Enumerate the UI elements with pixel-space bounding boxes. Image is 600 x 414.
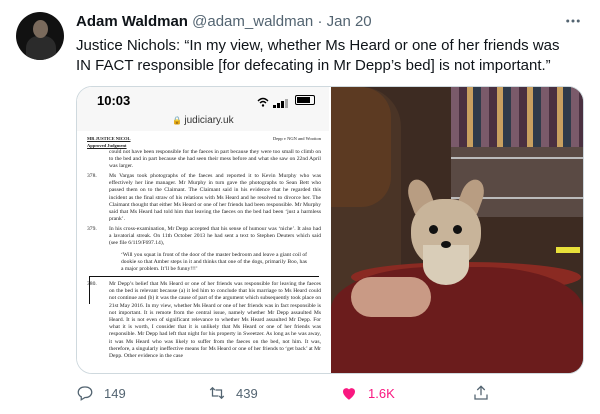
avatar[interactable] — [16, 12, 64, 60]
phone-status-bar: 10:03 🔒 judiciary.uk — [77, 87, 329, 131]
yellow-strap — [556, 247, 580, 253]
wire-shelf — [451, 157, 583, 159]
reply-count: 149 — [104, 385, 126, 401]
wifi-icon — [257, 94, 269, 112]
dog-photo[interactable] — [331, 87, 583, 373]
paragraph-text: Ms Vargas took photographs of the faeces… — [109, 173, 321, 223]
more-horizontal-icon[interactable] — [564, 12, 582, 35]
tweet-media[interactable]: 10:03 🔒 judiciary.uk MR JUSTICE NICOL App… — [76, 86, 584, 374]
lock-icon: 🔒 — [172, 116, 183, 125]
judgment-screenshot[interactable]: 10:03 🔒 judiciary.uk MR JUSTICE NICOL App… — [77, 87, 331, 373]
battery-icon — [295, 95, 315, 105]
separator-dot: · — [317, 13, 323, 30]
paragraph-number: 378. — [87, 173, 97, 179]
person-hair — [331, 87, 391, 207]
paragraph-text: Mr Depp’s belief that Ms Heard or one of… — [109, 281, 321, 360]
avatar-face — [33, 20, 48, 38]
author-handle[interactable]: @adam_waldman — [192, 13, 313, 30]
paragraph-number: 380. — [87, 281, 97, 287]
like-count: 1.6K — [368, 385, 395, 401]
tweet-actions: 149 439 1.6K — [76, 384, 582, 404]
highlight-line — [89, 276, 319, 277]
like-button[interactable]: 1.6K — [340, 384, 395, 402]
author-name[interactable]: Adam Waldman — [76, 13, 188, 30]
tweet-date[interactable]: Jan 20 — [327, 13, 372, 30]
dog-beard — [423, 245, 469, 285]
tweet-text: Justice Nichols: “In my view, whether Ms… — [76, 37, 560, 74]
tweet-header: Adam Waldman @adam_waldman · Jan 20 — [76, 12, 372, 32]
retweet-icon — [209, 386, 225, 400]
tweet[interactable]: Adam Waldman @adam_waldman · Jan 20 Just… — [0, 0, 600, 414]
retweet-count: 439 — [236, 385, 258, 401]
retweet-button[interactable]: 439 — [208, 384, 258, 402]
heart-icon — [343, 388, 355, 400]
clothes-rack — [451, 87, 583, 147]
dog-eye-right — [453, 225, 462, 234]
doc-header-left: MR JUSTICE NICOL Approved Judgment — [87, 136, 131, 149]
share-button[interactable] — [472, 384, 490, 402]
share-icon — [474, 385, 488, 400]
status-time: 10:03 — [97, 93, 131, 108]
url-text: judiciary.uk — [184, 115, 234, 126]
dog — [401, 176, 491, 289]
reply-button[interactable]: 149 — [76, 384, 126, 402]
url-bar[interactable]: 🔒 judiciary.uk — [77, 115, 329, 126]
dog-eye-left — [429, 225, 438, 234]
paragraph-intro-text: could not have been responsible for the … — [109, 149, 321, 170]
avatar-body — [26, 36, 56, 60]
dog-nose — [441, 241, 451, 248]
text-message-quote: ‘Will you squat in front of the door of … — [121, 252, 307, 273]
doc-header-right: Depp v NGN and Wootton — [272, 136, 321, 141]
paragraph-text: In his cross-examination, Mr Depp accept… — [109, 226, 321, 247]
reply-icon — [77, 386, 93, 401]
signal-icon — [273, 95, 289, 113]
paragraph-number: 379. — [87, 226, 97, 232]
